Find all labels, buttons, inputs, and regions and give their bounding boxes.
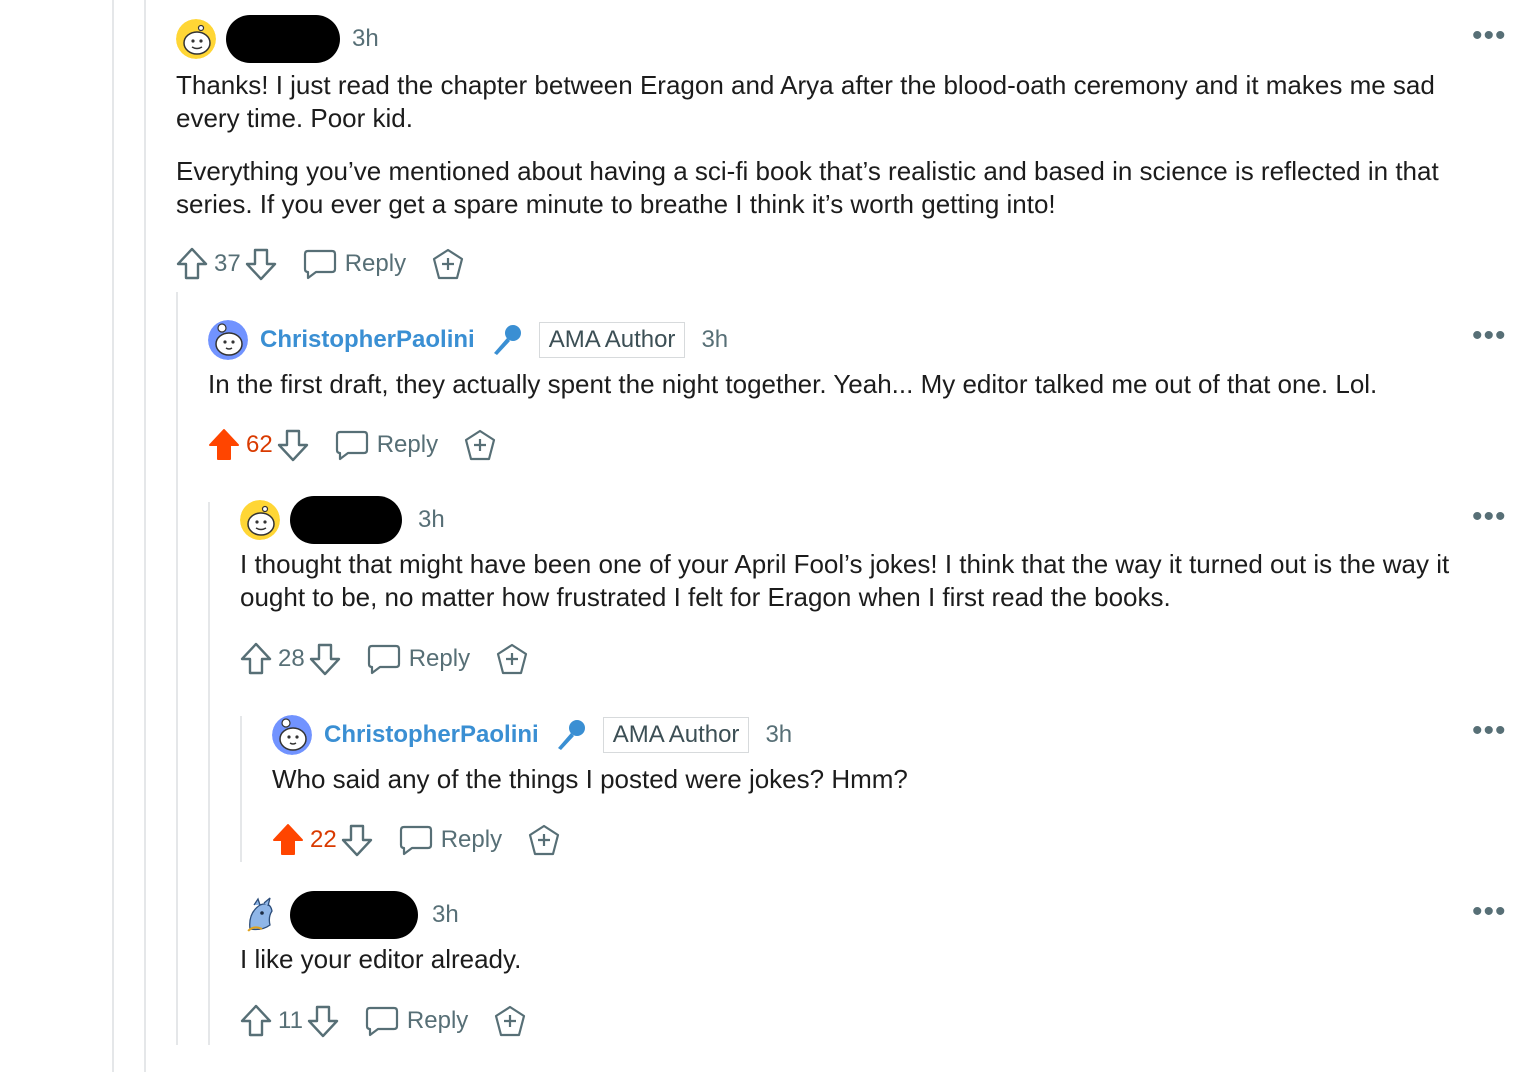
comment-body: Who said any of the things I posted were… [272,763,1492,796]
speech-bubble-icon [367,644,400,675]
thread-line-level-1[interactable] [144,0,146,1072]
reply-label: Reply [344,250,407,277]
more-options-icon[interactable]: ••• [1472,716,1507,746]
comment-paragraph: I thought that might have been one of yo… [240,549,1450,612]
upvote-arrow-icon[interactable] [176,247,208,281]
comment: ChristopherPaolini AMA Author 3h Who sai… [272,713,1512,863]
redacted-username [290,496,402,544]
award-icon[interactable] [496,643,528,675]
vote-count: 62 [246,431,273,458]
comment-paragraph: Who said any of the things I posted were… [272,764,908,794]
downvote-arrow-icon[interactable] [245,247,277,281]
reply-button[interactable]: Reply [399,824,502,856]
reply-label: Reply [408,645,471,672]
award-icon[interactable] [464,429,496,461]
thread-line-level-4[interactable] [240,716,242,862]
avatar[interactable] [272,715,312,755]
avatar[interactable] [240,500,280,540]
comment-body: In the first draft, they actually spent … [208,368,1508,401]
vote-count: 22 [310,826,337,853]
comment-paragraph: In the first draft, they actually spent … [208,369,1378,399]
microphone-icon [557,720,585,750]
award-icon[interactable] [528,824,560,856]
reply-button[interactable]: Reply [303,248,406,280]
award-icon[interactable] [494,1005,526,1037]
comment-body: I thought that might have been one of yo… [240,548,1490,614]
downvote-arrow-icon[interactable] [309,642,341,676]
thread-line-outer[interactable] [112,0,114,1072]
comment-paragraph: Everything you’ve mentioned about having… [176,156,1439,219]
comment-actions: 37 Reply [176,242,464,286]
speech-bubble-icon [399,825,432,856]
reply-label: Reply [406,1007,469,1034]
downvote-arrow-icon[interactable] [277,428,309,462]
redacted-username [226,15,340,63]
comment-body: Thanks! I just read the chapter between … [176,69,1496,221]
microphone-icon [493,325,521,355]
avatar[interactable] [176,19,216,59]
more-options-icon[interactable]: ••• [1472,321,1507,351]
comment-timestamp: 3h [701,326,729,353]
redacted-username [290,891,418,939]
speech-bubble-icon [303,249,336,280]
reply-label: Reply [440,826,503,853]
comment-timestamp: 3h [418,506,445,533]
comment-header: 3h [240,891,459,939]
reply-label: Reply [376,431,439,458]
upvote-arrow-icon[interactable] [208,428,240,462]
username-link[interactable]: ChristopherPaolini [260,326,475,354]
upvote-arrow-icon[interactable] [272,823,304,857]
comment-timestamp: 3h [432,901,459,928]
comment-header: 3h [176,15,379,63]
comment: 3h Thanks! I just read the chapter betwe… [176,15,1516,297]
downvote-arrow-icon[interactable] [307,1004,339,1038]
reply-button[interactable]: Reply [367,643,470,675]
comment-actions: 62 Reply [208,423,496,467]
author-flair: AMA Author [538,322,686,358]
comment-actions: 28 Reply [240,637,528,681]
comment: ChristopherPaolini AMA Author 3h In the … [208,318,1508,478]
more-options-icon[interactable]: ••• [1472,897,1507,927]
comment: 3h I thought that might have been one of… [240,496,1510,688]
reply-button[interactable]: Reply [335,429,438,461]
username-link[interactable]: ChristopherPaolini [324,721,539,749]
comment-actions: 22 Reply [272,818,560,862]
comment-timestamp: 3h [765,721,793,748]
author-flair: AMA Author [602,717,750,753]
speech-bubble-icon [365,1006,399,1037]
upvote-arrow-icon[interactable] [240,642,272,676]
award-icon[interactable] [432,248,464,280]
comment-paragraph: Thanks! I just read the chapter between … [176,70,1435,133]
comment-paragraph: I like your editor already. [240,944,522,974]
more-options-icon[interactable]: ••• [1472,21,1507,51]
comment-header: 3h [240,496,445,544]
comment-timestamp: 3h [352,25,379,52]
comment-body: I like your editor already. [240,943,1490,976]
vote-count: 28 [278,645,305,672]
comment-actions: 11 Reply [240,999,526,1043]
comment-header: ChristopherPaolini AMA Author 3h [272,713,792,757]
upvote-arrow-icon[interactable] [240,1004,272,1038]
avatar[interactable] [208,320,248,360]
thread-line-level-3[interactable] [208,502,210,1045]
downvote-arrow-icon[interactable] [341,823,373,857]
speech-bubble-icon [335,430,368,461]
avatar[interactable] [240,895,280,935]
vote-count: 11 [278,1007,303,1034]
vote-count: 37 [214,250,241,277]
reply-button[interactable]: Reply [365,1005,468,1037]
thread-line-level-2[interactable] [176,292,178,1045]
comment: 3h I like your editor already. 11 Reply [240,891,1510,1053]
more-options-icon[interactable]: ••• [1472,502,1507,532]
comment-header: ChristopherPaolini AMA Author 3h [208,318,728,362]
